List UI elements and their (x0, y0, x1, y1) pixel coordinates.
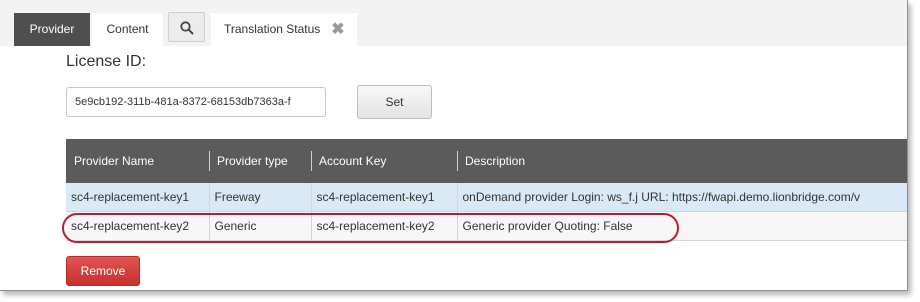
provider-settings-window: Provider Content Translation Status ✖ Li… (0, 0, 908, 291)
cell-account-key: sc4-replacement-key2 (311, 211, 458, 241)
tab-content[interactable]: Content (92, 13, 163, 46)
set-button[interactable]: Set (357, 85, 432, 119)
column-header-account-key[interactable]: Account Key (311, 139, 457, 183)
close-icon[interactable]: ✖ (331, 13, 345, 46)
cell-account-key: sc4-replacement-key1 (311, 183, 458, 212)
column-header-provider-type[interactable]: Provider type (209, 139, 311, 183)
table-row[interactable]: sc4-replacement-key1 Freeway sc4-replace… (66, 183, 907, 212)
cell-provider-name: sc4-replacement-key1 (66, 183, 210, 212)
cell-provider-name: sc4-replacement-key2 (66, 211, 210, 241)
cell-description: onDemand provider Login: ws_f.j URL: htt… (457, 183, 907, 212)
cell-provider-type: Generic (209, 211, 312, 241)
tab-bar: Provider Content Translation Status ✖ (0, 0, 907, 46)
column-header-provider-name[interactable]: Provider Name (66, 139, 209, 183)
cell-description: Generic provider Quoting: False (457, 211, 907, 241)
search-icon (180, 21, 194, 35)
license-id-label: License ID: (66, 53, 147, 70)
tab-provider[interactable]: Provider (14, 13, 90, 46)
license-id-input[interactable] (66, 87, 326, 117)
table-header-row: Provider Name Provider type Account Key … (66, 139, 907, 183)
search-button[interactable] (168, 12, 205, 42)
tab-translation-status[interactable]: Translation Status ✖ (211, 13, 357, 46)
cell-provider-type: Freeway (209, 183, 312, 212)
column-header-description[interactable]: Description (457, 139, 907, 183)
remove-button[interactable]: Remove (66, 256, 140, 286)
table-row[interactable]: sc4-replacement-key2 Generic sc4-replace… (66, 211, 907, 241)
providers-table: Provider Name Provider type Account Key … (66, 139, 907, 241)
tab-translation-status-label: Translation Status (224, 22, 321, 36)
